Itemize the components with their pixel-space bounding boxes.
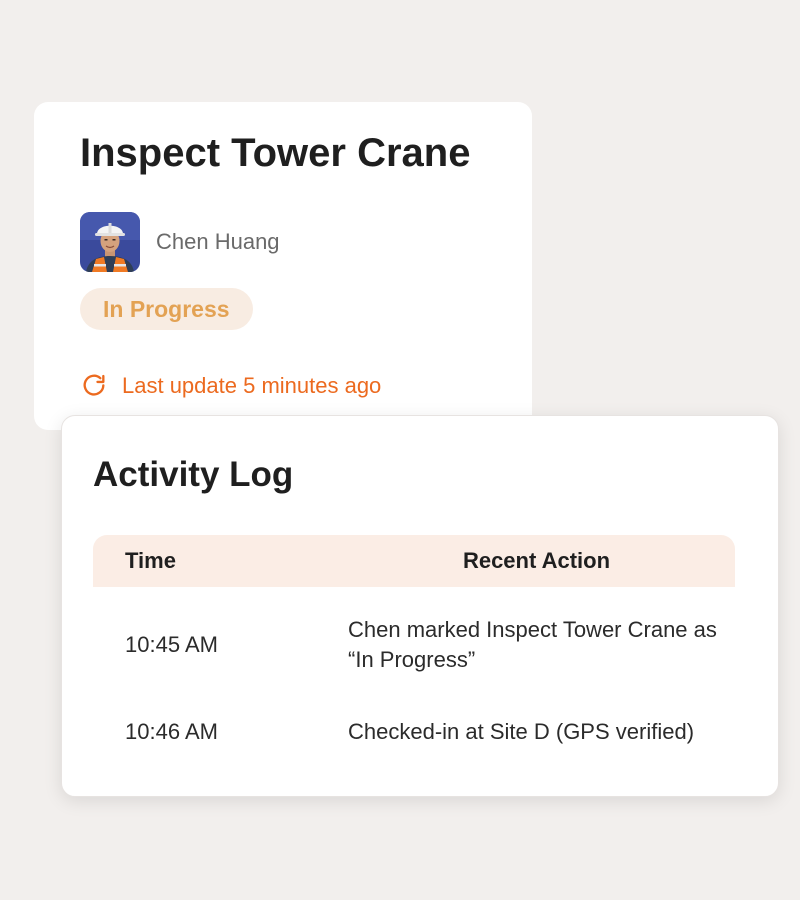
row-action: Checked-in at Site D (GPS verified): [348, 719, 695, 744]
table-row: 10:46 AM Checked-in at Site D (GPS verif…: [93, 703, 735, 761]
column-header-time: Time: [125, 548, 176, 573]
activity-log-card: Activity Log Time Recent Action 10:45 AM…: [61, 415, 779, 797]
row-time: 10:45 AM: [125, 632, 218, 657]
column-header-recent-action: Recent Action: [462, 548, 611, 573]
table-header-row: Time Recent Action: [93, 535, 735, 587]
status-badge: In Progress: [80, 288, 253, 330]
task-card: Inspect Tower Crane Chen Huang In Progre…: [34, 102, 532, 430]
table-row: 10:45 AM Chen marked Inspect Tower Crane…: [93, 587, 735, 703]
row-time: 10:46 AM: [125, 719, 218, 744]
activity-log-table: Time Recent Action 10:45 AM Chen marked …: [93, 535, 735, 761]
avatar: [80, 212, 140, 272]
task-title: Inspect Tower Crane: [80, 131, 471, 175]
assignee: Chen Huang: [80, 212, 280, 272]
worker-avatar-image: [80, 212, 140, 272]
row-action: Chen marked Inspect Tower Crane as “In P…: [348, 617, 717, 672]
last-update: Last update 5 minutes ago: [80, 370, 381, 402]
activity-log-title: Activity Log: [93, 455, 294, 494]
assignee-name: Chen Huang: [156, 229, 280, 254]
last-update-text: Last update 5 minutes ago: [122, 373, 382, 398]
refresh-icon[interactable]: [80, 372, 108, 400]
